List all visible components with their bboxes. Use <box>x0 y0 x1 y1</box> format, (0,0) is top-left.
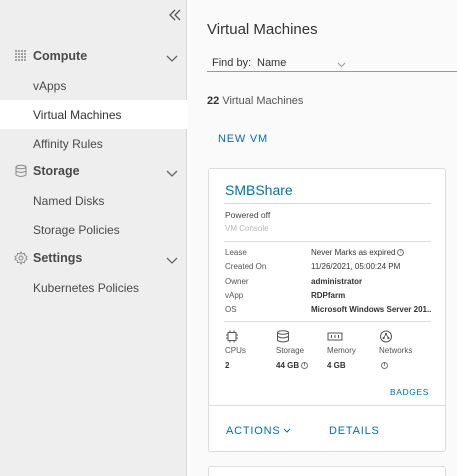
divider <box>209 405 445 406</box>
actions-label: ACTIONS <box>226 425 281 437</box>
sidebar-item-label: vApps <box>33 79 67 93</box>
sidebar-item-named-disks[interactable]: Named Disks <box>0 186 187 215</box>
chevron-down-icon <box>166 253 178 264</box>
stat-value: i <box>379 361 429 370</box>
prop-value-created-on: 11/26/2021, 05:00:24 PM <box>311 262 401 271</box>
stat-value: 44 GB i <box>276 361 326 370</box>
prop-key-owner: Owner <box>225 277 249 286</box>
chevron-down-icon <box>337 59 346 68</box>
sidebar-item-label: Storage Policies <box>33 223 120 237</box>
page-title: Virtual Machines <box>207 21 318 38</box>
network-icon <box>379 330 393 343</box>
stat-label: CPUs <box>225 346 246 355</box>
sidebar-group-label: Storage <box>33 164 80 178</box>
sidebar-group-label: Settings <box>33 251 83 265</box>
stat-label: Memory <box>327 346 356 355</box>
collapse-sidebar-icon[interactable] <box>168 8 182 24</box>
sidebar-item-label: Affinity Rules <box>33 137 103 151</box>
vm-count-number: 22 <box>207 95 220 107</box>
prop-value-lease: Never Marks as expired i <box>311 248 405 257</box>
vm-card: SMBShare Powered off VM Console Lease Ne… <box>208 168 446 452</box>
sidebar-item-label: Virtual Machines <box>33 108 122 122</box>
sidebar-group-compute[interactable]: Compute <box>0 42 187 71</box>
stat-memory: Memory 4 GB <box>327 330 377 370</box>
sidebar-item-label: Named Disks <box>33 194 105 208</box>
divider <box>224 241 431 242</box>
divider <box>224 203 431 204</box>
sidebar-item-kubernetes-policies[interactable]: Kubernetes Policies <box>0 273 187 302</box>
sidebar-item-label: Kubernetes Policies <box>33 281 140 295</box>
sidebar-item-storage-policies[interactable]: Storage Policies <box>0 215 187 244</box>
find-by-value: Name <box>257 57 287 69</box>
vm-card-next <box>208 466 446 476</box>
sidebar-group-storage[interactable]: Storage <box>0 157 187 186</box>
info-icon[interactable]: i <box>301 362 309 370</box>
badges-button[interactable]: BADGES <box>390 387 429 397</box>
sidebar: Compute vApps Virtual Machines Affinity … <box>0 0 187 476</box>
prop-value-os: Microsoft Windows Server 201.. <box>311 305 432 314</box>
info-icon[interactable]: i <box>397 249 405 257</box>
prop-value-text: Never Marks as expired <box>311 248 396 257</box>
prop-key-created-on: Created On <box>225 262 267 271</box>
cpu-icon <box>225 330 239 343</box>
vm-console-link[interactable]: VM Console <box>225 224 269 233</box>
chevron-down-icon <box>166 166 178 177</box>
storage-database-icon <box>14 164 28 178</box>
vm-count: 22 Virtual Machines <box>207 95 303 107</box>
stat-value: 4 GB <box>327 361 346 370</box>
chevron-down-icon <box>166 51 178 62</box>
stat-storage: Storage 44 GB i <box>276 330 326 370</box>
prop-key-os: OS <box>225 305 237 314</box>
prop-key-vapp: vApp <box>225 291 244 300</box>
sidebar-item-vapps[interactable]: vApps <box>0 71 187 100</box>
find-by-select[interactable]: Find by: Name <box>207 54 457 72</box>
memory-icon <box>327 330 343 343</box>
chevron-down-icon <box>283 428 290 433</box>
find-by-label: Find by: <box>212 57 252 69</box>
info-icon[interactable]: i <box>381 362 388 370</box>
stat-value: 2 <box>225 361 230 370</box>
sidebar-group-label: Compute <box>33 49 88 63</box>
stat-label: Storage <box>276 346 305 355</box>
storage-icon <box>276 330 290 343</box>
stat-networks: Networks i <box>379 330 429 370</box>
details-button[interactable]: DETAILS <box>329 425 380 437</box>
actions-dropdown[interactable]: ACTIONS <box>226 425 291 437</box>
sidebar-item-affinity-rules[interactable]: Affinity Rules <box>0 129 187 158</box>
new-vm-button[interactable]: NEW VM <box>218 133 268 145</box>
vm-status: Powered off <box>225 210 271 220</box>
divider <box>224 321 431 322</box>
stat-cpus: CPUs 2 <box>225 330 275 370</box>
prop-value-owner: administrator <box>311 277 363 286</box>
vm-name-link[interactable]: SMBShare <box>225 182 293 198</box>
prop-value-vapp: RDPfarm <box>311 291 346 300</box>
stat-value-text: 44 GB <box>276 361 300 370</box>
main-content: Virtual Machines Find by: Name 22 Virtua… <box>188 0 457 476</box>
compute-grid-icon <box>14 49 28 63</box>
settings-gear-icon <box>14 250 28 266</box>
stat-label: Networks <box>379 346 413 355</box>
sidebar-group-settings[interactable]: Settings <box>0 244 187 273</box>
sidebar-item-virtual-machines[interactable]: Virtual Machines <box>0 100 187 129</box>
vm-count-text: Virtual Machines <box>222 95 304 107</box>
prop-key-lease: Lease <box>225 248 247 257</box>
